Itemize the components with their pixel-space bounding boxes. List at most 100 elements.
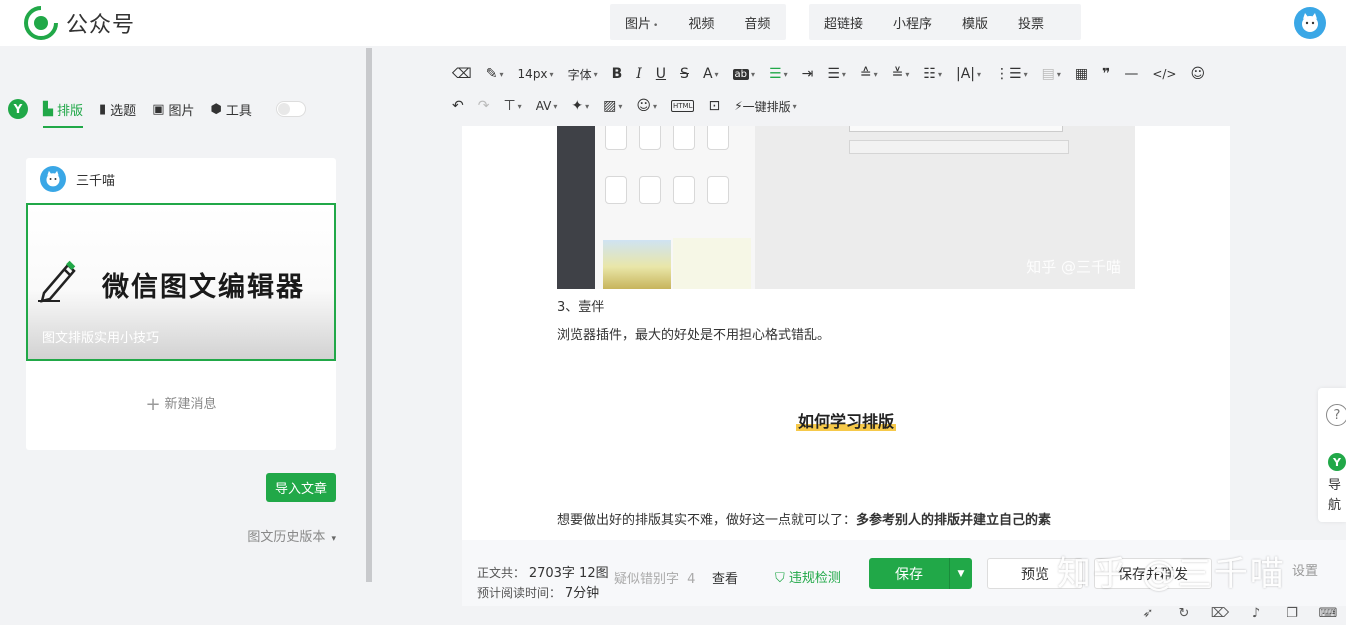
- table-icon[interactable]: ▦: [1075, 66, 1088, 82]
- quote-icon[interactable]: ❞: [1102, 66, 1110, 82]
- history-versions-link[interactable]: 图文历史版本 ▾: [247, 526, 336, 545]
- align-center-icon[interactable]: ☰ ▾: [827, 66, 846, 82]
- left-tabs: Y ▙ 排版 ▮ 选题 ▣ 图片 ⬢ 工具: [8, 94, 306, 128]
- tab-topics[interactable]: ▮ 选题: [99, 94, 136, 124]
- tab-video[interactable]: 视频: [673, 13, 729, 32]
- image-icon: ▣: [152, 101, 165, 117]
- article-card: 三千喵 微信图文编辑器 图文排版实用小技巧 + 新建消息: [26, 158, 336, 450]
- user-avatar[interactable]: [1294, 7, 1326, 39]
- tab-images[interactable]: ▣ 图片: [152, 94, 194, 124]
- editor-toolbar: ⌫ ✎ ▾ 14px ▾ 字体 ▾ B I U S A ▾ ab ▾ ☰ ▾ ⇥ ☰ ▾ ≙ ▾…: [452, 58, 1346, 124]
- account-avatar: [40, 166, 66, 192]
- letter-space-icon[interactable]: AV ▾: [536, 99, 558, 113]
- wechat-official-logo-icon: [24, 6, 58, 40]
- format-painter-icon[interactable]: ✎ ▾: [486, 66, 504, 82]
- shield-icon: ⛉: [775, 571, 785, 586]
- violation-check-link[interactable]: ⛉ 违规检测: [775, 567, 841, 586]
- card-header: 三千喵: [26, 158, 336, 200]
- tab-image[interactable]: 图片 •: [610, 13, 673, 32]
- page-watermark: 知乎 @三千喵: [1057, 554, 1286, 594]
- cover-title: 微信图文编辑器: [102, 272, 305, 303]
- chevron-down-icon: •: [653, 20, 659, 31]
- panel-divider[interactable]: [366, 48, 372, 582]
- font-size-select[interactable]: 14px ▾: [518, 67, 554, 81]
- chart-image-icon[interactable]: ▨ ▾: [603, 98, 622, 114]
- rocket-icon[interactable]: ➶: [1130, 606, 1166, 621]
- para-spacing-bottom-icon[interactable]: ≚ ▾: [892, 66, 910, 82]
- toolbar-row-1: ⌫ ✎ ▾ 14px ▾ 字体 ▾ B I U S A ▾ ab ▾ ☰ ▾ ⇥ ☰ ▾ ≙ ▾…: [452, 58, 1346, 90]
- new-message-button[interactable]: + 新建消息: [26, 393, 336, 415]
- yiban-badge-icon[interactable]: Y: [8, 99, 28, 119]
- speaker-icon[interactable]: ♪: [1238, 606, 1274, 621]
- underline-icon[interactable]: U: [656, 66, 666, 82]
- indent-icon[interactable]: ⇥: [802, 66, 814, 82]
- magic-wand-icon[interactable]: ✦ ▾: [571, 98, 589, 114]
- redo-icon[interactable]: ↷: [478, 98, 490, 114]
- style-icon[interactable]: ▤ ▾: [1042, 66, 1061, 82]
- settings-link[interactable]: 设置: [1292, 560, 1318, 579]
- background-color-icon[interactable]: ab ▾: [732, 68, 755, 80]
- line-height-icon[interactable]: ☷ ▾: [923, 66, 942, 82]
- html-icon[interactable]: HTML: [670, 100, 695, 112]
- image-sidebar: [557, 126, 595, 289]
- tab-audio[interactable]: 音频: [729, 13, 785, 32]
- paragraph-1: 浏览器插件，最大的好处是不用担心格式错乱。: [557, 328, 831, 343]
- image-watermark: 知乎 @三千喵: [1026, 258, 1121, 276]
- one-click-layout-button[interactable]: ⚡ 一键排版 ▾: [734, 98, 796, 115]
- toolbar-row-2: ↶ ↷ ⊤ ▾ AV ▾ ✦ ▾ ▨ ▾ ☺ ▾ HTML ⊡ ⚡ 一键排版 ▾: [452, 90, 1346, 122]
- media-insert-group: 图片 • 视频 音频: [610, 4, 786, 40]
- help-icon[interactable]: ?: [1326, 404, 1346, 426]
- import-article-button[interactable]: 导入文章: [266, 473, 336, 502]
- para-spacing-top-icon[interactable]: ≙ ▾: [860, 66, 878, 82]
- align-left-icon[interactable]: ☰ ▾: [769, 66, 788, 82]
- sticker-icon[interactable]: ☺ ▾: [636, 98, 657, 114]
- bookmark-icon: ▮: [99, 101, 107, 117]
- yiban-badge-icon[interactable]: Y: [1328, 453, 1346, 471]
- italic-icon[interactable]: I: [636, 66, 642, 82]
- tab-vote[interactable]: 投票: [1003, 13, 1059, 32]
- editor-canvas[interactable]: 知乎 @三千喵 3、壹伴 浏览器插件，最大的好处是不用担心格式错乱。 如何学习排…: [462, 126, 1230, 540]
- refresh-icon[interactable]: ↻: [1166, 606, 1202, 621]
- eraser-icon[interactable]: ⌫: [452, 66, 472, 82]
- clear-format-icon[interactable]: ⊤ ▾: [503, 98, 521, 114]
- read-time: 预计阅读时间： 7分钟: [477, 586, 600, 601]
- article-cover[interactable]: 微信图文编辑器 图文排版实用小技巧: [26, 203, 336, 361]
- account-name: 三千喵: [76, 173, 116, 189]
- logo: 公众号: [24, 6, 135, 40]
- window-icon[interactable]: ❐: [1274, 606, 1310, 621]
- typo-check: 疑似错别字 4: [614, 572, 696, 587]
- editor-status-bar: 正文共： 2703字 12图 预计阅读时间： 7分钟 疑似错别字 4 查看 ⛉ …: [462, 540, 1346, 606]
- left-panel: Y ▙ 排版 ▮ 选题 ▣ 图片 ⬢ 工具 三千喵 微信图文编辑器 图文排版实用…: [0, 46, 366, 606]
- save-button[interactable]: 保存 ▼: [869, 558, 972, 589]
- panel-toggle[interactable]: [275, 101, 306, 117]
- emoji-icon[interactable]: ☺: [1190, 66, 1205, 82]
- font-color-icon[interactable]: A ▾: [703, 66, 719, 82]
- view-typos-link[interactable]: 查看: [712, 568, 738, 587]
- tab-layout[interactable]: ▙ 排版: [43, 94, 84, 128]
- code-icon[interactable]: </>: [1152, 67, 1176, 81]
- pen-icon: [38, 260, 76, 303]
- word-count: 正文共： 2703字 12图: [477, 566, 609, 581]
- font-family-select[interactable]: 字体 ▾: [568, 66, 598, 83]
- strikethrough-icon[interactable]: S: [680, 66, 689, 82]
- divider-icon[interactable]: —: [1124, 66, 1138, 82]
- paragraph-2: 想要做出好的排版其实不难，做好这一点就可以了：多参考别人的排版并建立自己的素: [557, 513, 1052, 528]
- undo-icon[interactable]: ↶: [452, 98, 464, 114]
- bottom-strip: ➶ ↻ ⌦ ♪ ❐ ⌨: [0, 606, 1346, 625]
- list-item-text: 3、壹伴: [557, 300, 605, 315]
- floating-nav: ? Y 导航: [1318, 388, 1346, 522]
- tab-tools[interactable]: ⬢ 工具: [211, 94, 252, 124]
- chevron-down-icon[interactable]: ▼: [949, 558, 972, 589]
- tab-hyperlink[interactable]: 超链接: [809, 13, 878, 32]
- tab-miniprogram[interactable]: 小程序: [878, 13, 947, 32]
- list-icon[interactable]: ⋮☰ ▾: [995, 66, 1028, 82]
- app-name: 公众号: [66, 13, 136, 38]
- trash-icon[interactable]: ⌦: [1202, 606, 1238, 621]
- letter-spacing-icon[interactable]: |A| ▾: [956, 66, 981, 82]
- section-heading: 如何学习排版: [795, 412, 896, 431]
- tab-template[interactable]: 模版: [947, 13, 1003, 32]
- bold-icon[interactable]: B: [612, 66, 623, 82]
- nav-toggle[interactable]: 导航: [1328, 476, 1344, 516]
- toolbox-icon[interactable]: ⊡: [708, 98, 720, 114]
- keyboard-icon[interactable]: ⌨: [1310, 606, 1346, 621]
